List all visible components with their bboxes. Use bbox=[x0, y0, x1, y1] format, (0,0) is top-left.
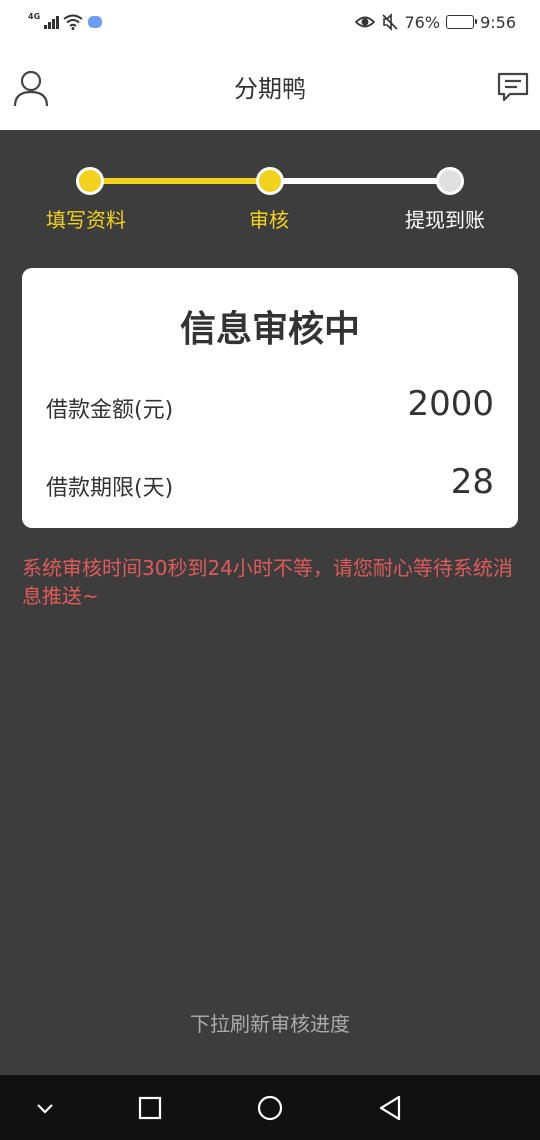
status-left: 4G bbox=[28, 12, 103, 32]
eye-icon bbox=[354, 16, 375, 28]
term-value: 28 bbox=[450, 462, 494, 502]
step-dot-fill-info bbox=[76, 167, 104, 195]
network-type: 4G bbox=[28, 11, 41, 21]
mute-icon bbox=[381, 13, 398, 31]
app-header: 分期鸭 bbox=[0, 44, 540, 130]
square-icon[interactable] bbox=[133, 1091, 167, 1125]
step-dot-review bbox=[256, 167, 284, 195]
term-row: 借款期限(天) 28 bbox=[46, 462, 494, 506]
step-label-withdraw: 提现到账 bbox=[405, 208, 485, 232]
step-line-done bbox=[90, 178, 270, 184]
pull-to-refresh-hint: 下拉刷新审核进度 bbox=[190, 1012, 350, 1036]
circle-icon[interactable] bbox=[253, 1091, 287, 1125]
review-notice: 系统审核时间30秒到24小时不等，请您耐心等待系统消息推送~ bbox=[22, 556, 513, 608]
card-title: 信息审核中 bbox=[179, 309, 360, 350]
signal-icon bbox=[44, 15, 59, 29]
app-notification-icon bbox=[87, 16, 102, 28]
status-bar: 4G 76% 9:56 bbox=[0, 0, 540, 44]
term-label: 借款期限(天) bbox=[46, 476, 174, 501]
amount-row: 借款金额(元) 2000 bbox=[46, 384, 494, 428]
chevron-down-icon[interactable] bbox=[28, 1091, 62, 1125]
review-status-card: 信息审核中 借款金额(元) 2000 借款期限(天) 28 bbox=[22, 268, 518, 528]
step-label-fill-info: 填写资料 bbox=[46, 208, 126, 232]
status-right: 76% 9:56 bbox=[354, 10, 516, 34]
clock: 9:56 bbox=[480, 12, 516, 32]
step-dot-withdraw bbox=[436, 167, 464, 195]
page-title: 分期鸭 bbox=[234, 75, 306, 103]
battery-percent: 76% bbox=[404, 12, 441, 32]
battery-icon bbox=[446, 15, 478, 29]
message-icon[interactable] bbox=[496, 70, 530, 104]
back-triangle-icon[interactable] bbox=[373, 1091, 407, 1125]
step-line-pending bbox=[270, 178, 450, 184]
amount-value: 2000 bbox=[407, 384, 494, 424]
system-nav-bar bbox=[0, 1075, 540, 1140]
wifi-icon bbox=[63, 14, 83, 30]
step-label-review: 审核 bbox=[249, 208, 289, 232]
amount-label: 借款金额(元) bbox=[46, 398, 174, 423]
